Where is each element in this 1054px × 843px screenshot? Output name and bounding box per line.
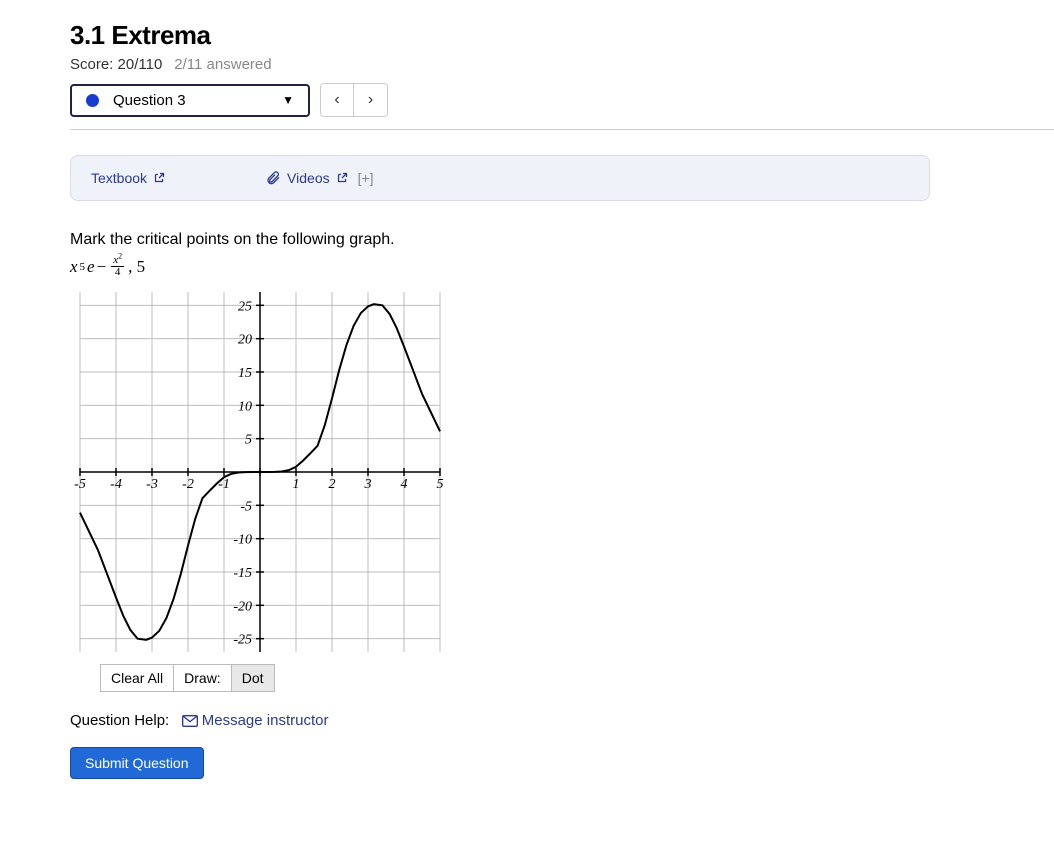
question-prompt: Mark the critical points on the followin… [70,231,1054,249]
svg-text:-5: -5 [240,499,252,514]
svg-text:4: 4 [401,477,408,492]
score: Score: 20/110 [70,56,162,73]
resource-bar: Textbook Videos [+] [70,155,930,201]
draw-label: Draw: [174,664,231,692]
svg-text:-5: -5 [74,477,86,492]
videos-label: Videos [287,170,330,186]
svg-text:-25: -25 [233,633,252,648]
question-bar: Question 3 ▼ ‹ › [70,83,1054,130]
question-nav: ‹ › [320,83,388,117]
svg-text:1: 1 [293,477,300,492]
status-dot-icon [86,94,99,107]
graph-canvas[interactable]: -5 -4 -3 -2 -1 1 2 3 4 5 -25 -20 -15 -10 -5 5 10 15 20 25 [70,282,450,662]
paperclip-icon [265,170,281,186]
textbook-link[interactable]: Textbook [91,170,165,186]
submit-question-button[interactable]: Submit Question [70,747,204,779]
question-formula: x5e − x24 , 5 [70,255,1054,278]
graph-toolbar: Clear All Draw: Dot [100,664,1054,692]
svg-text:-4: -4 [110,477,122,492]
mail-icon [182,715,198,727]
svg-text:-20: -20 [233,599,252,614]
chevron-left-icon: ‹ [334,91,339,109]
svg-text:25: 25 [238,299,252,314]
svg-text:2: 2 [329,477,336,492]
videos-link[interactable]: Videos [+] [265,170,374,186]
svg-text:-15: -15 [233,566,252,581]
textbook-label: Textbook [91,170,147,186]
svg-text:-2: -2 [182,477,194,492]
question-area: Mark the critical points on the followin… [70,231,1054,779]
clear-all-button[interactable]: Clear All [100,664,174,692]
svg-text:-3: -3 [146,477,158,492]
message-instructor-link[interactable]: Message instructor [202,712,329,729]
help-label: Question Help: [70,712,169,729]
svg-text:20: 20 [238,333,252,348]
svg-text:3: 3 [364,477,372,492]
prev-question-button[interactable]: ‹ [320,83,354,117]
svg-text:10: 10 [238,399,252,414]
expand-button[interactable]: [+] [358,170,374,186]
next-question-button[interactable]: › [354,83,388,117]
question-selector[interactable]: Question 3 ▼ [70,84,310,117]
question-selector-label: Question 3 [113,92,186,109]
draw-tool-dot-button[interactable]: Dot [231,664,275,692]
chevron-right-icon: › [368,91,373,109]
external-link-icon [336,172,348,184]
function-graph: -5 -4 -3 -2 -1 1 2 3 4 5 -25 -20 -15 -10 -5 5 10 15 20 25 [70,282,450,662]
page-title: 3.1 Extrema [70,20,1054,51]
svg-text:5: 5 [437,477,444,492]
answered-count: 2/11 answered [174,56,271,73]
svg-text:-1: -1 [218,477,230,492]
caret-down-icon: ▼ [282,93,294,107]
score-line: Score: 20/110 2/11 answered [70,56,1054,73]
svg-text:15: 15 [238,366,252,381]
external-link-icon [153,172,165,184]
svg-text:5: 5 [245,433,252,448]
question-help: Question Help: Message instructor [70,712,1054,729]
svg-text:-10: -10 [233,533,252,548]
